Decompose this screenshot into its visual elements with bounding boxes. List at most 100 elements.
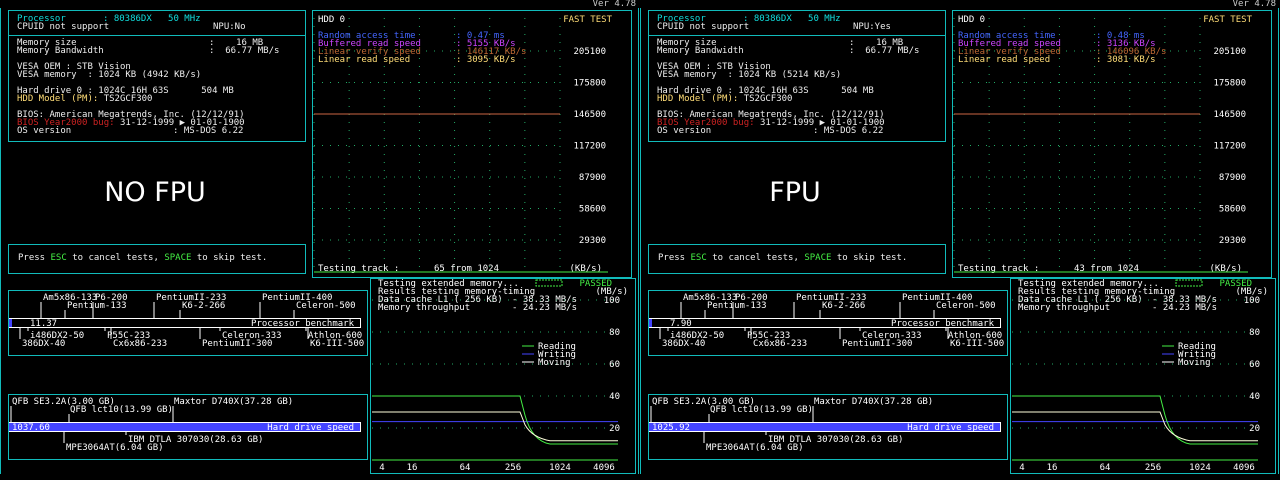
cpu-ref-label: K6-2-266	[822, 301, 865, 311]
esc-key-label: ESC	[50, 253, 67, 263]
processor-benchmark-panel: Am5x86-133P6-200 PentiumII-233 PentiumII-4…	[8, 290, 368, 356]
hdd-ref-label: MPE3064AT(6.04 GB)	[706, 443, 804, 453]
mem-x-tick: 256	[505, 463, 521, 473]
mem-y-tick: 20	[1249, 424, 1260, 434]
mem-x-tick: 16	[1047, 463, 1058, 473]
mem-y-tick: 60	[1249, 360, 1260, 370]
cpu-bench-fill	[9, 319, 12, 327]
cpu-bench-value: 11.37	[30, 319, 57, 329]
hdd-ref-label: QFB lct10(13.99 GB)	[70, 405, 173, 415]
mem-y-tick: 60	[609, 360, 620, 370]
hdd-y-tick: 146500	[573, 110, 606, 120]
mem-reading-line	[372, 395, 618, 445]
cpu-bench-title: Processor benchmark	[891, 319, 995, 329]
cpu-ref-label: K6-2-266	[182, 301, 225, 311]
hdd-y-tick: 175800	[1213, 79, 1246, 89]
mem-y-tick: 100	[604, 296, 620, 306]
mem-y-tick: 40	[609, 392, 620, 402]
cpu-ref-label: K6-III-500	[310, 339, 364, 349]
memory-timing-graph: Testing extended memory... PASSEDResults …	[370, 278, 636, 474]
hdd-y-tick: 175800	[573, 79, 606, 89]
hdd-bench-value: 1037.60	[12, 423, 50, 433]
space-key-label: SPACE	[804, 253, 832, 263]
cpu-ref-label: 386DX-40	[662, 339, 705, 349]
esc-key-label: ESC	[690, 253, 707, 263]
vesa-memory-row: VESA memory : 1024 KB (5214 KB/s)	[657, 70, 842, 80]
cpu-ref-label: K6-III-500	[950, 339, 1004, 349]
hdd-y-tick: 58600	[579, 205, 606, 215]
cpuid-row: CPUID not support NPU:Yes	[657, 22, 891, 32]
mem-tp-label: Memory throughput	[378, 303, 470, 313]
hdd-speed-graph: 205100 175800 146500 117200 87900 58600 29300 H…	[312, 10, 632, 278]
mem-x-tick: 16	[407, 463, 418, 473]
version-label: Ver 4.78	[1232, 0, 1276, 9]
mem-tp-label: Memory throughput	[1018, 303, 1110, 313]
mem-x-tick: 4096	[1233, 463, 1255, 473]
hdd-linear-label: Linear read speed	[958, 55, 1050, 65]
hard-drive-benchmark-panel: QFB SE3.2A(3.00 GB) Maxtor D740X(37.28 GB…	[8, 394, 368, 460]
fpu-caption: NO FPU	[104, 177, 206, 208]
hdd-y-tick: 58600	[1219, 205, 1246, 215]
mem-y-tick: 80	[1249, 328, 1260, 338]
mem-x-tick: 256	[1145, 463, 1161, 473]
cancel-hint: Press ESC to cancel tests, SPACE to skip…	[658, 253, 908, 263]
mem-progress	[1175, 279, 1203, 287]
os-version-row: OS version: MS-DOS 6.22	[657, 126, 884, 136]
hdd-linear-value: : 3095 KB/s	[456, 55, 516, 65]
processor-benchmark-panel: Am5x86-133P6-200 PentiumII-233 PentiumII-4…	[648, 290, 1008, 356]
mem-y-tick: 100	[1244, 296, 1260, 306]
hdd-title: HDD 0	[318, 15, 345, 25]
version-label: Ver 4.78	[592, 0, 636, 9]
cpu-ref-label: PentiumII-300	[202, 339, 272, 349]
hdd-title: HDD 0	[958, 15, 985, 25]
hdd-mode: FAST TEST	[1203, 15, 1252, 25]
mem-legend-label: Moving	[1178, 358, 1211, 368]
cpu-bench-value: 7.90	[670, 319, 692, 329]
cpu-ref-label: PentiumII-300	[842, 339, 912, 349]
mem-reading-line	[1012, 395, 1258, 445]
cpu-ref-label: Pentium-133	[67, 301, 127, 311]
hdd-speed-graph: 205100 175800 146500 117200 87900 58600 29300 H…	[952, 10, 1272, 278]
os-version-row: OS version: MS-DOS 6.22	[17, 126, 244, 136]
hdd-y-tick: 117200	[573, 142, 606, 152]
system-info-panel: Processor: 80386DX 50 MHz CPUID not supp…	[648, 10, 946, 142]
hdd-y-tick: 117200	[1213, 142, 1246, 152]
hdd-linear-label: Linear read speed	[318, 55, 410, 65]
mem-x-tick: 4096	[593, 463, 615, 473]
cpu-ref-label: Celeron-500	[296, 301, 356, 311]
hdd-mode: FAST TEST	[563, 15, 612, 25]
space-key-label: SPACE	[164, 253, 192, 263]
hdd-y-tick: 205100	[1213, 47, 1246, 57]
cancel-hint: Press ESC to cancel tests, SPACE to skip…	[18, 253, 268, 263]
mem-y-tick: 80	[609, 328, 620, 338]
mem-tp-value: - 24.23 MB/s	[512, 303, 577, 313]
mem-moving-line	[372, 411, 618, 442]
mem-tp-value: - 24.23 MB/s	[1152, 303, 1217, 313]
mem-moving-line	[1012, 411, 1258, 442]
hdd-bench-title: Hard drive speed	[907, 423, 994, 433]
hdd-y-tick: 146500	[1213, 110, 1246, 120]
mem-legend-label: Moving	[538, 358, 571, 368]
hdd-bench-value: 1025.92	[652, 423, 690, 433]
hdd-model-row: HDD Model (PM): TS2GCF300	[17, 94, 153, 104]
mem-y-tick: 40	[1249, 392, 1260, 402]
hdd-y-tick: 87900	[579, 173, 606, 183]
hdd-y-tick: 29300	[579, 236, 606, 246]
mem-y-tick: 20	[609, 424, 620, 434]
hdd-ref-label: Maxtor D740X(37.28 GB)	[174, 397, 293, 407]
cpu-ref-label: Celeron-500	[936, 301, 996, 311]
hdd-y-tick: 205100	[573, 47, 606, 57]
cpuid-row: CPUID not support NPU:No	[17, 22, 246, 32]
hdd-bench-title: Hard drive speed	[267, 423, 354, 433]
memory-timing-graph: Testing extended memory... PASSEDResults …	[1010, 278, 1276, 474]
mem-progress	[535, 279, 563, 287]
mem-x-tick: 4	[379, 463, 384, 473]
hdd-ref-label: QFB lct10(13.99 GB)	[710, 405, 813, 415]
cpu-bench-title: Processor benchmark	[251, 319, 355, 329]
memory-bandwidth-row: Memory Bandwidth: 66.77 MB/s	[657, 46, 920, 56]
memory-bandwidth-row: Memory Bandwidth: 66.77 MB/s	[17, 46, 280, 56]
mem-x-tick: 64	[1100, 463, 1111, 473]
cpu-ref-label: Cx6x86-233	[113, 339, 167, 349]
cpu-ref-label: Cx6x86-233	[753, 339, 807, 349]
mem-x-tick: 1024	[1189, 463, 1211, 473]
